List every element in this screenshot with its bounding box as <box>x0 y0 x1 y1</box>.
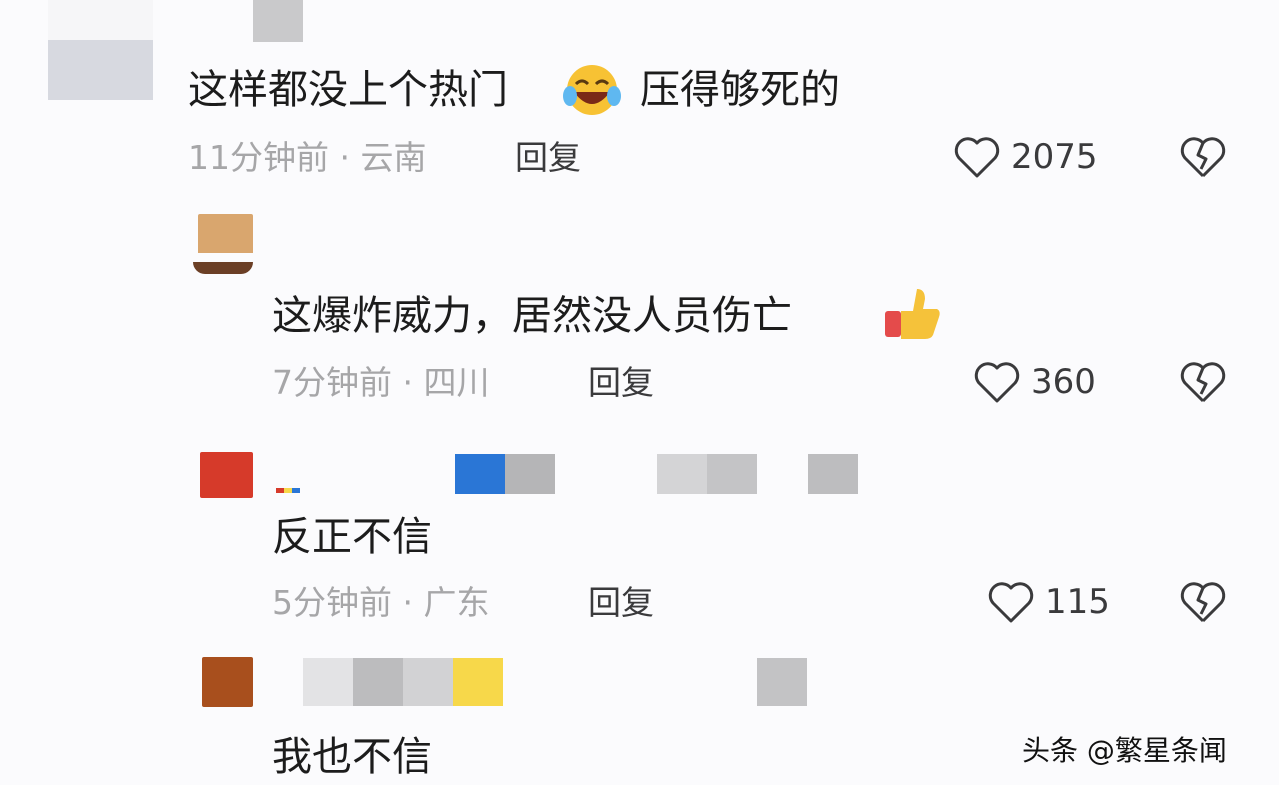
dislike-broken-heart-icon[interactable] <box>1180 135 1226 179</box>
avatar[interactable] <box>48 0 153 100</box>
username-redacted <box>353 658 403 706</box>
like-button[interactable]: 115 <box>987 580 1110 624</box>
username-redacted <box>453 658 503 706</box>
comment-text: 反正不信 <box>272 514 432 560</box>
username-redacted <box>303 658 353 706</box>
username-redacted <box>808 454 858 494</box>
reply-button[interactable]: 回复 <box>588 363 654 403</box>
avatar[interactable] <box>202 657 253 707</box>
reply-button[interactable]: 回复 <box>588 583 654 623</box>
like-count: 2075 <box>1011 137 1098 177</box>
watermark: 头条 @繁星条闻 <box>1022 734 1227 767</box>
heart-icon <box>987 580 1035 624</box>
like-count: 115 <box>1045 582 1110 622</box>
heart-icon <box>953 135 1001 179</box>
comment-meta: 11分钟前 · 云南 <box>188 138 427 177</box>
username-redacted <box>455 454 505 494</box>
reply-button[interactable]: 回复 <box>515 138 581 178</box>
comment-text: 这样都没上个热门 <box>188 67 508 113</box>
comment-text-continued: 压得够死的 <box>640 67 840 113</box>
comment-meta: 7分钟前 · 四川 <box>272 363 490 402</box>
thumbs-up-emoji-icon <box>883 283 943 347</box>
username-badge <box>276 488 300 493</box>
username-redacted <box>657 454 707 494</box>
heart-icon <box>973 360 1021 404</box>
username-redacted <box>253 0 303 42</box>
dislike-broken-heart-icon[interactable] <box>1180 580 1226 624</box>
comment-text: 这爆炸威力，居然没人员伤亡 <box>272 293 792 339</box>
username-redacted <box>707 454 757 494</box>
laughing-crying-emoji-icon <box>562 62 622 122</box>
like-button[interactable]: 360 <box>973 360 1096 404</box>
avatar[interactable] <box>200 452 253 498</box>
avatar-shadow <box>193 262 253 274</box>
like-button[interactable]: 2075 <box>953 135 1098 179</box>
dislike-broken-heart-icon[interactable] <box>1180 360 1226 404</box>
like-count: 360 <box>1031 362 1096 402</box>
comment-text: 我也不信 <box>272 734 432 780</box>
username-redacted <box>757 658 807 706</box>
username-redacted <box>505 454 555 494</box>
comment-meta: 5分钟前 · 广东 <box>272 583 490 622</box>
username-redacted <box>403 658 453 706</box>
